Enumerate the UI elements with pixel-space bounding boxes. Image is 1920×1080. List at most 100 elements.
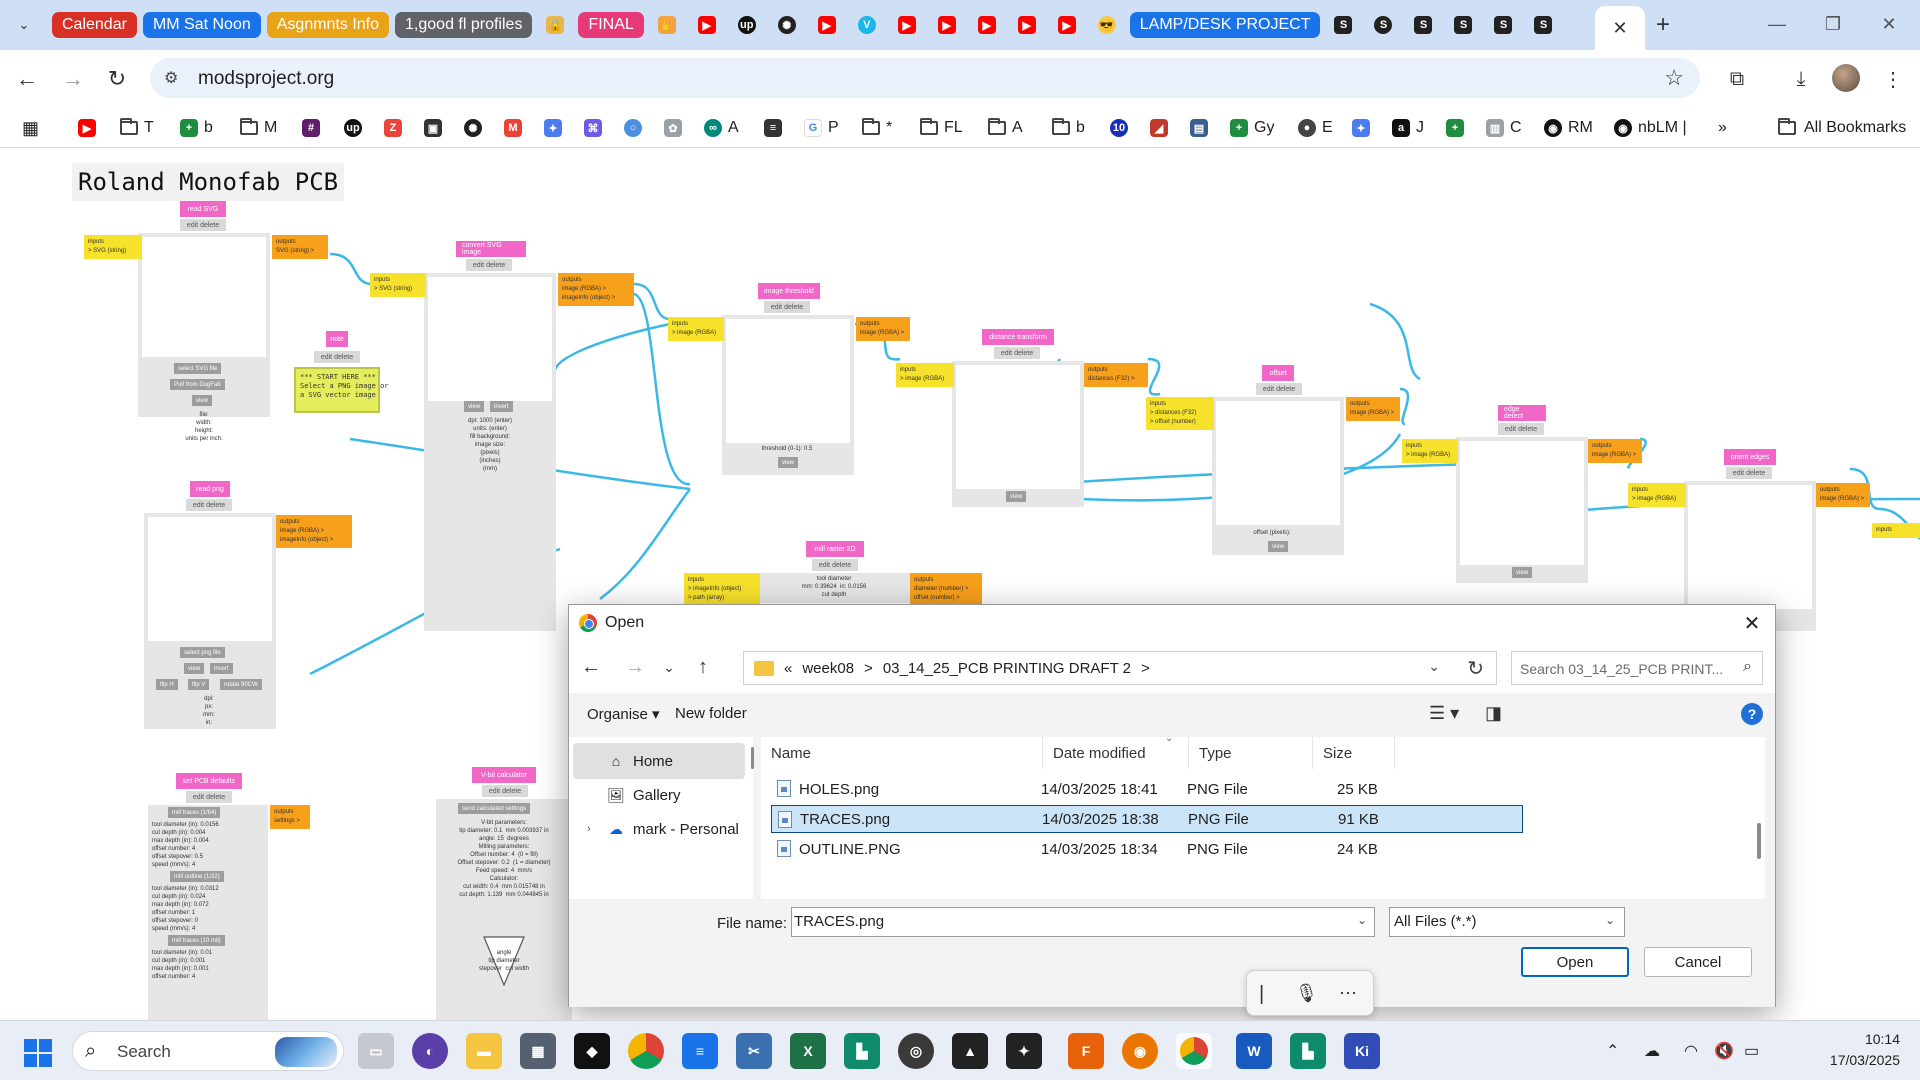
module-edge-detect-buttons[interactable]: edit delete [1498,423,1544,435]
input-port[interactable]: inputs > image (RGBA) [896,363,954,387]
view-button[interactable]: view [464,401,485,412]
bookmark-youtube[interactable]: ▶ [78,116,96,140]
bookmark-app1[interactable]: ⌘ [584,116,602,140]
invert-button[interactable]: invert [210,663,233,674]
view-button[interactable]: view [192,395,213,406]
tab-s-4[interactable]: S [1446,10,1480,40]
tab-youtube-5[interactable]: ▶ [970,10,1004,40]
obs-icon[interactable]: ◎ [898,1033,934,1069]
tab-s-6[interactable]: S [1526,10,1560,40]
invert-button[interactable]: invert [490,401,513,412]
mill-outline-button[interactable]: mill outline (1/32) [170,871,224,882]
site-info-icon[interactable]: ⚙ [164,68,178,88]
output-port[interactable]: outputs diameter (number) > offset (numb… [910,573,982,606]
nav-onedrive[interactable]: › ☁ mark - Personal [573,811,745,847]
blender-icon[interactable]: ◉ [1122,1033,1158,1069]
chrome-icon[interactable] [628,1033,664,1069]
wifi-icon[interactable]: ◠ [1684,1041,1698,1061]
cancel-button[interactable]: Cancel [1644,947,1752,977]
bookmark-google-p[interactable]: GP [804,116,839,140]
minimize-button[interactable]: — [1754,8,1800,40]
bookmark-gemini2[interactable]: ✦ [1352,116,1370,140]
chevron-up-icon[interactable]: ⌃ [1606,1041,1619,1061]
task-view-icon[interactable]: ▭ [358,1033,394,1069]
tab-group-lamp-desk-project[interactable]: LAMP/DESK PROJECT [1129,12,1321,38]
bookmark-app3[interactable]: ✿ [664,116,682,140]
file-row[interactable]: HOLES.png 14/03/2025 18:41 PNG File 25 K… [771,775,1521,803]
tab-group-asgnmnts-info[interactable]: Asgnmnts Info [266,12,390,38]
menu-icon[interactable]: ⋮ [1878,64,1908,94]
module-set-pcb-buttons[interactable]: edit delete [186,791,232,803]
dialog-close-button[interactable]: ✕ [1737,609,1767,637]
extensions-icon[interactable]: ⧉ [1722,64,1752,94]
bookmark-c[interactable]: ▥ C [1486,116,1522,140]
tab-group-calendar[interactable]: Calendar [52,12,137,38]
module-distance-transform-buttons[interactable]: edit delete [994,347,1040,359]
output-port[interactable]: outputs image (RGBA) > [1346,397,1400,421]
app-icon[interactable]: ▙ [844,1033,880,1069]
file-explorer-icon[interactable]: ▬ [466,1033,502,1069]
tab-lock[interactable]: 🔒 [538,10,572,40]
tab-emoji[interactable]: 😎 [1090,10,1124,40]
view-button[interactable]: view [184,663,205,674]
bookmark-red[interactable]: ◢ [1150,116,1168,140]
module-vbit-buttons[interactable]: edit delete [482,785,528,797]
send-calculated-settings-button[interactable]: send calculated settings [458,803,531,814]
module-image-threshold-buttons[interactable]: edit delete [764,301,810,313]
pull-from-dogfab-button[interactable]: Pull from DogFab [170,379,225,390]
select-png-button[interactable]: select png file [180,647,225,658]
inkscape-icon[interactable]: ▲ [952,1033,988,1069]
module-read-svg-label[interactable]: read SVG [180,201,226,217]
module-edge-detect-label[interactable]: edge detect [1498,405,1546,421]
tab-group-mm-sat-noon[interactable]: MM Sat Noon [142,12,261,38]
star-icon[interactable]: ☆ [1664,65,1684,91]
module-convert-svg-buttons[interactable]: edit delete [466,259,512,271]
tab-youtube-2[interactable]: ▶ [810,10,844,40]
bookmark-a1[interactable]: ∞ A [704,116,739,140]
module-offset-buttons[interactable]: edit delete [1256,383,1302,395]
bookmark-gy[interactable]: + Gy [1230,116,1274,140]
bookmark-gemini[interactable]: ✦ [544,116,562,140]
module-orient-edges-buttons[interactable]: edit delete [1726,467,1772,479]
tab-youtube-4[interactable]: ▶ [930,10,964,40]
file-type-select[interactable]: All Files (*.*) [1389,907,1625,937]
taskbar-search[interactable]: ⌕ Search [72,1031,344,1071]
output-port[interactable]: outputs image (RGBA) > [856,317,910,341]
back-button[interactable]: ← [10,62,44,96]
bookmark-rm[interactable]: ◉ RM [1544,116,1593,140]
bookmark-upwork[interactable]: up [344,116,362,140]
select-svg-button[interactable]: select SVG file [174,363,222,374]
tab-group-final[interactable]: FINAL [578,12,644,38]
clock[interactable]: 10:14 17/03/2025 [1804,1029,1900,1071]
mill-traces-10mil-button[interactable]: mill traces (10 mil) [168,935,225,946]
chevron-down-icon[interactable]: ⌄ [1428,658,1440,675]
view-button[interactable]: view [1268,541,1289,552]
output-port[interactable]: outputs settings > [270,805,310,829]
tab-s-3[interactable]: S [1406,10,1440,40]
file-list-scrollbar[interactable] [1757,823,1761,859]
module-read-png-buttons[interactable]: edit delete [186,499,232,511]
app-icon[interactable]: ◐ [412,1033,448,1069]
nav-home[interactable]: ⌂ Home [573,743,745,779]
all-bookmarks[interactable]: All Bookmarks [1778,116,1906,140]
bookmark-car[interactable]: ▣ [424,116,442,140]
tab-s-2[interactable]: S [1366,10,1400,40]
app-icon[interactable]: ✦ [1006,1033,1042,1069]
tab-youtube-1[interactable]: ▶ [690,10,724,40]
column-header-name[interactable]: Name [761,737,1043,769]
bookmark-nblm[interactable]: ◉ nbLM | [1614,116,1687,140]
module-set-pcb-label[interactable]: set PCB defaults [176,773,242,789]
breadcrumb-overflow[interactable]: « [784,660,792,677]
file-row-selected[interactable]: TRACES.png 14/03/2025 18:38 PNG File 91 … [771,805,1523,833]
module-note-label[interactable]: note [326,331,348,347]
output-port[interactable]: outputs image (RGBA) > imageInfo (object… [558,273,634,306]
output-port[interactable]: outputs SVG (string) > [272,235,328,259]
tab-hand[interactable]: ✋ [650,10,684,40]
windows-start-icon[interactable] [24,1039,52,1067]
bookmark-app2[interactable]: ○ [624,116,642,140]
address-bar[interactable]: ⚙ modsproject.org ☆ [150,58,1700,98]
tab-upwork[interactable]: up [730,10,764,40]
bookmark-b2[interactable]: b [1052,116,1085,140]
apps-icon[interactable]: ▦ [22,116,39,140]
fusion-icon[interactable]: F [1068,1033,1104,1069]
